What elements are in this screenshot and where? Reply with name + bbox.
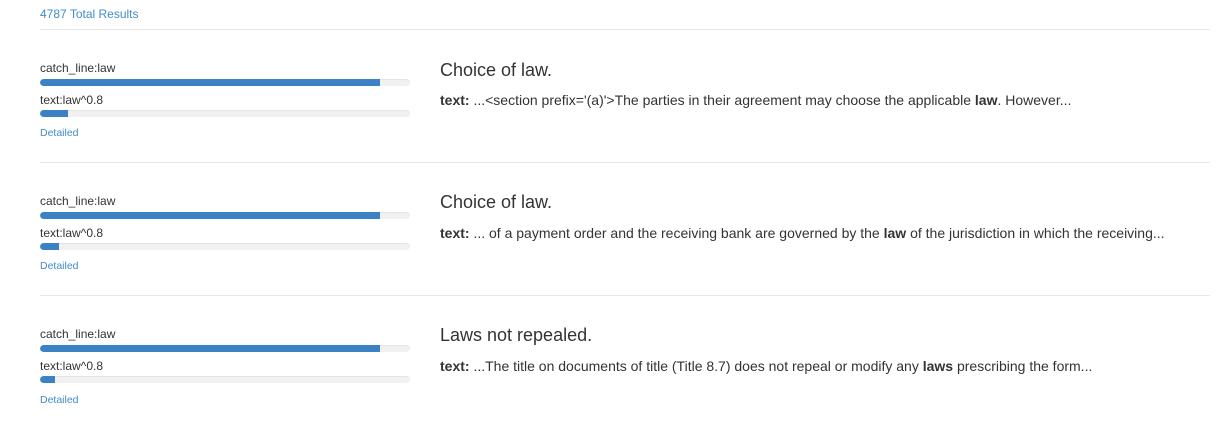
result-title[interactable]: Choice of law. bbox=[440, 192, 552, 213]
score-bar-catch-line bbox=[40, 79, 410, 86]
result-item: catch_line:law text:law^0.8 Detailed Law… bbox=[0, 296, 1226, 416]
score-bar-fill bbox=[40, 243, 59, 250]
search-results-page: 4787 Total Results catch_line:law text:l… bbox=[0, 0, 1226, 429]
snippet-text-before: ...The title on documents of title (Titl… bbox=[469, 358, 923, 374]
snippet-text-after: of the jurisdiction in which the receivi… bbox=[906, 225, 1165, 241]
score-label-text: text:law^0.8 bbox=[40, 93, 103, 107]
score-bar-fill bbox=[40, 79, 381, 86]
result-snippet: text: ... of a payment order and the rec… bbox=[440, 225, 1165, 241]
snippet-text-before: ...<section prefix='(a)'>The parties in … bbox=[469, 92, 975, 108]
score-bar-text bbox=[40, 110, 410, 117]
snippet-highlight: laws bbox=[922, 358, 954, 374]
detailed-link[interactable]: Detailed bbox=[40, 260, 79, 272]
score-label-catch-line: catch_line:law bbox=[40, 194, 116, 208]
score-bar-fill bbox=[40, 345, 381, 352]
result-item: catch_line:law text:law^0.8 Detailed Cho… bbox=[0, 30, 1226, 150]
snippet-field-label: text: bbox=[440, 225, 470, 241]
score-bar-catch-line bbox=[40, 345, 410, 352]
score-label-text: text:law^0.8 bbox=[40, 226, 103, 240]
score-label-catch-line: catch_line:law bbox=[40, 327, 116, 341]
snippet-text-after: . However... bbox=[997, 92, 1072, 108]
score-bar-text bbox=[40, 376, 410, 383]
result-item: catch_line:law text:law^0.8 Detailed Cho… bbox=[0, 163, 1226, 283]
result-title[interactable]: Laws not repealed. bbox=[440, 325, 592, 346]
result-title[interactable]: Choice of law. bbox=[440, 60, 552, 81]
detailed-link[interactable]: Detailed bbox=[40, 394, 79, 406]
score-bar-text bbox=[40, 243, 410, 250]
total-results-count: 4787 Total Results bbox=[40, 7, 139, 21]
score-bar-catch-line bbox=[40, 212, 410, 219]
snippet-text-before: ... of a payment order and the receiving… bbox=[469, 225, 884, 241]
snippet-highlight: law bbox=[974, 92, 998, 108]
score-label-catch-line: catch_line:law bbox=[40, 61, 116, 75]
score-bar-fill bbox=[40, 212, 381, 219]
snippet-text-after: prescribing the form... bbox=[953, 358, 1093, 374]
score-label-text: text:law^0.8 bbox=[40, 359, 103, 373]
detailed-link[interactable]: Detailed bbox=[40, 127, 79, 139]
result-snippet: text: ...The title on documents of title… bbox=[440, 358, 1092, 374]
score-bar-fill bbox=[40, 376, 55, 383]
snippet-field-label: text: bbox=[440, 92, 470, 108]
snippet-field-label: text: bbox=[440, 358, 470, 374]
score-bar-fill bbox=[40, 110, 68, 117]
snippet-highlight: law bbox=[883, 225, 907, 241]
result-snippet: text: ...<section prefix='(a)'>The parti… bbox=[440, 92, 1071, 108]
